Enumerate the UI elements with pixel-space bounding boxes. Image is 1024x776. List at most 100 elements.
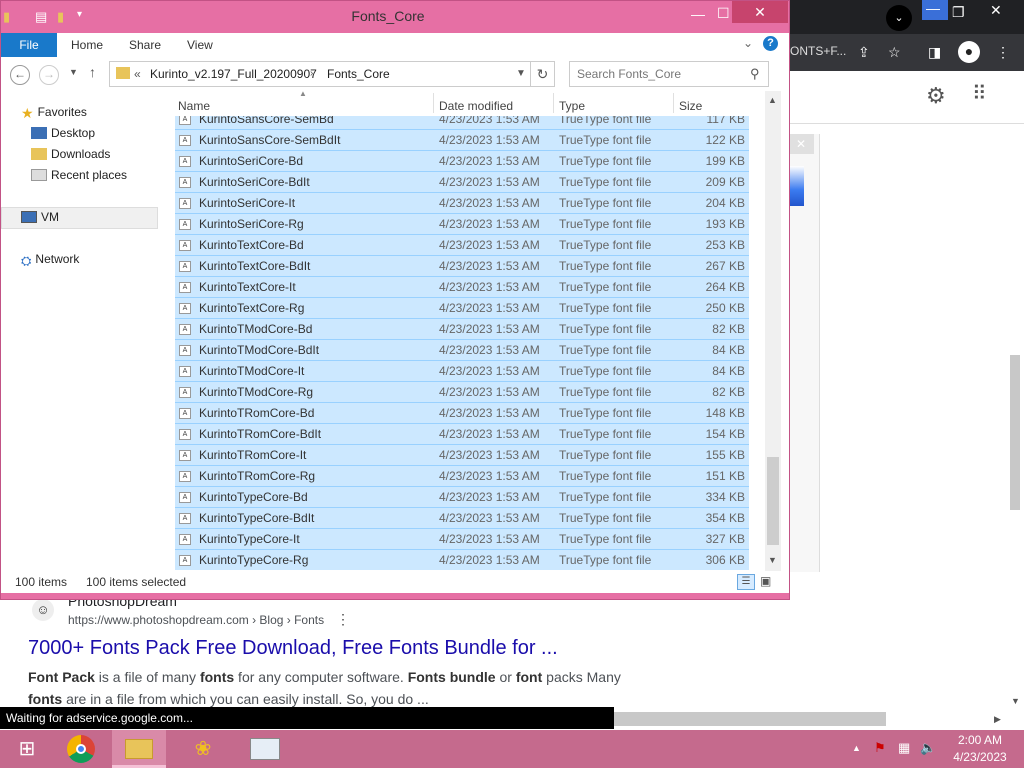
file-row[interactable]: A KurintoTRomCore-Rg 4/23/2023 1:53 AM True… [175,465,749,486]
minimize-button[interactable]: — [691,4,705,24]
breadcrumb-item[interactable]: Fonts_Core [327,67,390,81]
chrome-restore-button[interactable]: ❐ [952,2,965,22]
nav-item-downloads[interactable]: Downloads [31,147,110,161]
taskbar-app-monitor[interactable] [238,730,292,768]
clock-date[interactable]: 4/23/2023 [940,750,1020,764]
file-row[interactable]: A KurintoTModCore-Rg 4/23/2023 1:53 AM True… [175,381,749,402]
chrome-horizontal-scrollbar[interactable] [610,712,886,726]
file-name: KurintoSeriCore-Bd [199,154,304,168]
file-row[interactable]: A KurintoTModCore-It 4/23/2023 1:53 AM True… [175,360,749,381]
network-tray-icon[interactable]: ▦ [898,740,910,756]
help-icon[interactable]: ? [763,36,778,51]
bookmark-star-icon[interactable]: ☆ [888,42,901,62]
breadcrumb-item[interactable]: Kurinto_v2.197_Full_20200907 [150,67,317,81]
apps-grid-icon[interactable]: ⠿ [972,81,987,106]
file-row[interactable]: A KurintoTextCore-Bd 4/23/2023 1:53 AM True… [175,234,749,255]
nav-item-vm[interactable]: VM [21,210,59,224]
share-icon[interactable]: ⇪ [858,42,870,62]
nav-item-recent-places[interactable]: Recent places [31,168,127,182]
breadcrumb-chevron-icon[interactable]: › [310,68,313,79]
clock-time[interactable]: 2:00 AM [940,733,1020,747]
scroll-right-arrow-icon[interactable]: ▶ [994,714,1001,725]
file-row[interactable]: A KurintoSansCore-SemBd 4/23/2023 1:53 AM T… [175,116,749,129]
column-type[interactable]: Type [559,99,585,113]
volume-muted-icon[interactable]: 🔈 [920,740,936,756]
file-row[interactable]: A KurintoTextCore-BdIt 4/23/2023 1:53 AM Tr… [175,255,749,276]
profile-avatar-icon[interactable]: ● [958,41,980,63]
start-button[interactable]: ⊞ [0,730,54,768]
file-name: KurintoSansCore-SemBdIt [199,133,341,147]
file-row[interactable]: A KurintoTextCore-It 4/23/2023 1:53 AM True… [175,276,749,297]
address-bar[interactable]: « Kurinto_v2.197_Full_20200907 › Fonts_C… [109,61,531,87]
search-input[interactable]: Search Fonts_Core ⚲ [569,61,769,87]
file-row[interactable]: A KurintoTypeCore-Bd 4/23/2023 1:53 AM True… [175,486,749,507]
details-view-icon[interactable]: ☰ [737,574,755,590]
column-name[interactable]: Name [178,99,210,113]
file-row[interactable]: A KurintoSansCore-SemBdIt 4/23/2023 1:53 A… [175,129,749,150]
nav-item-desktop[interactable]: Desktop [31,126,95,140]
file-row[interactable]: A KurintoTypeCore-It 4/23/2023 1:53 AM True… [175,528,749,549]
expand-ribbon-icon[interactable]: ⌄ [743,36,753,50]
file-row[interactable]: A KurintoSeriCore-Rg 4/23/2023 1:53 AM True… [175,213,749,234]
font-file-icon: A [179,471,191,482]
file-row[interactable]: A KurintoSeriCore-BdIt 4/23/2023 1:53 AM Tr… [175,171,749,192]
scroll-down-arrow-icon[interactable]: ▼ [1011,696,1020,706]
back-button[interactable]: ← [10,65,30,85]
tab-search-button[interactable]: ⌄ [886,5,912,31]
taskbar-app-bee[interactable]: ❀ [176,730,230,768]
taskbar-chrome[interactable] [54,730,108,768]
action-center-flag-icon[interactable]: ⚑ [874,740,886,756]
tab-share[interactable]: Share [129,38,161,52]
file-list-scrollbar[interactable]: ▲ ▼ [765,91,781,571]
font-file-icon: A [179,303,191,314]
result-url[interactable]: https://www.photoshopdream.com › Blog › … [68,613,324,627]
explorer-title-bar[interactable]: ▮ ▤ ▮ ▾ Fonts_Core — ☐ ✕ [1,1,789,33]
chrome-close-button[interactable]: ✕ [990,0,1002,20]
file-type: TrueType font file [559,301,652,315]
scroll-down-arrow-icon[interactable]: ▼ [768,555,777,565]
file-row[interactable]: A KurintoTRomCore-Bd 4/23/2023 1:53 AM True… [175,402,749,423]
show-hidden-icons-icon[interactable]: ▲ [852,743,861,753]
file-row[interactable]: A KurintoTModCore-BdIt 4/23/2023 1:53 AM Tr… [175,339,749,360]
close-button[interactable]: ✕ [732,1,788,23]
file-row[interactable]: A KurintoSeriCore-Bd 4/23/2023 1:53 AM True… [175,150,749,171]
taskbar-file-explorer[interactable] [112,730,166,768]
tab-file[interactable]: File [1,33,57,57]
nav-item-network[interactable]: ⛭ Network [21,252,79,268]
settings-gear-icon[interactable]: ⚙ [926,83,946,109]
address-area: ← → ▼ ↑ « Kurinto_v2.197_Full_20200907 ›… [1,57,789,91]
result-title-link[interactable]: 7000+ Fonts Pack Free Download, Free Fon… [28,637,558,660]
column-size[interactable]: Size [679,99,702,113]
file-row[interactable]: A KurintoSeriCore-It 4/23/2023 1:53 AM True… [175,192,749,213]
file-size: 154 KB [705,427,745,441]
file-row[interactable]: A KurintoTypeCore-BdIt 4/23/2023 1:53 AM Tr… [175,507,749,528]
address-overflow[interactable]: « [134,67,141,81]
large-icons-view-icon[interactable]: ▣ [760,574,774,588]
side-panel-icon[interactable]: ◨ [928,42,941,62]
file-row[interactable]: A KurintoTRomCore-It 4/23/2023 1:53 AM True… [175,444,749,465]
item-count: 100 items [15,575,68,589]
recent-locations-icon[interactable]: ▼ [69,67,78,77]
forward-button[interactable]: → [39,65,59,85]
tab-home[interactable]: Home [71,38,103,52]
result-more-icon[interactable]: ⋮ [336,611,350,628]
chrome-vertical-scrollbar[interactable] [1010,355,1020,510]
file-type: TrueType font file [559,238,652,252]
file-row[interactable]: A KurintoTypeCore-Rg 4/23/2023 1:53 AM True… [175,549,749,570]
file-row[interactable]: A KurintoTModCore-Bd 4/23/2023 1:53 AM True… [175,318,749,339]
side-panel-close-icon[interactable]: ✕ [788,134,814,154]
scrollbar-thumb[interactable] [767,457,779,545]
column-date-modified[interactable]: Date modified [439,99,513,113]
maximize-button[interactable]: ☐ [717,3,730,23]
file-row[interactable]: A KurintoTextCore-Rg 4/23/2023 1:53 AM True… [175,297,749,318]
refresh-button[interactable]: ↻ [531,61,555,87]
nav-favorites[interactable]: ★ Favorites [21,105,87,121]
tab-view[interactable]: View [187,38,213,52]
up-button[interactable]: ↑ [89,64,96,80]
omnibox-text[interactable]: ONTS+F... [790,44,846,58]
chrome-menu-icon[interactable]: ⋮ [996,42,1010,62]
chrome-minimize-button[interactable]: — [922,0,948,20]
scroll-up-arrow-icon[interactable]: ▲ [768,95,777,105]
address-dropdown-icon[interactable]: ▼ [516,68,526,79]
file-row[interactable]: A KurintoTRomCore-BdIt 4/23/2023 1:53 AM Tr… [175,423,749,444]
